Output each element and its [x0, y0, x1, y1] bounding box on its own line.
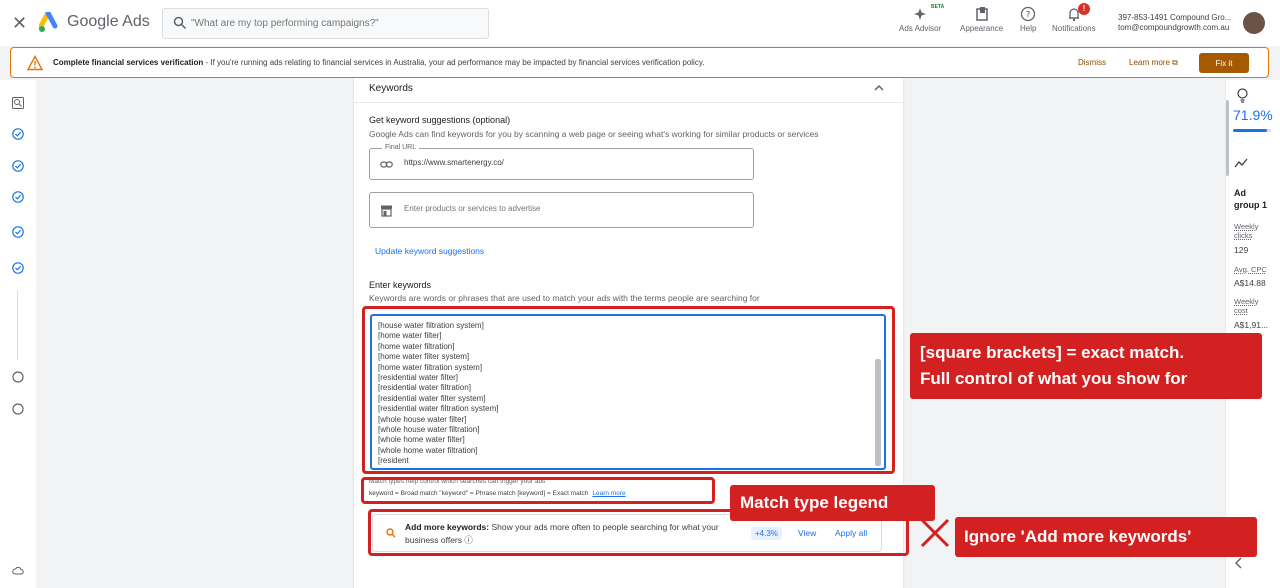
search-box[interactable]	[162, 8, 489, 39]
step-pending-icon[interactable]	[12, 403, 24, 415]
optimization-score: 71.9%	[1233, 107, 1273, 123]
appearance-label: Appearance	[960, 24, 1004, 33]
step-connector	[17, 290, 18, 360]
step-complete-icon[interactable]	[12, 191, 24, 203]
optimization-score-fill	[1233, 129, 1268, 132]
avg-cpc-value: A$14.88	[1234, 278, 1266, 288]
dismiss-button[interactable]: Dismiss	[1078, 58, 1106, 67]
enter-keywords-heading: Enter keywords	[369, 280, 432, 290]
products-field[interactable]	[369, 192, 754, 228]
step-complete-icon[interactable]	[12, 128, 24, 140]
optimization-score-bar	[1233, 129, 1271, 132]
products-input[interactable]	[404, 204, 744, 213]
step-complete-icon[interactable]	[12, 226, 24, 238]
fix-it-button[interactable]: Fix it	[1199, 53, 1249, 73]
trend-icon[interactable]	[1234, 158, 1248, 168]
account-info[interactable]: 397-853-1491 Compound Gro... tom@compoun…	[1118, 13, 1231, 33]
keywords-highlight-box	[362, 306, 895, 474]
chevron-left-icon[interactable]	[1234, 557, 1244, 569]
avatar[interactable]	[1243, 12, 1265, 34]
help-label: Help	[1020, 24, 1037, 33]
left-rail	[0, 80, 36, 588]
account-email: tom@compoundgrowth.com.au	[1118, 23, 1230, 32]
avg-cpc-label: Avg. CPC	[1234, 265, 1267, 274]
step-pending-icon[interactable]	[12, 371, 24, 383]
search-input[interactable]	[191, 9, 481, 38]
card-title: Keywords	[369, 83, 413, 94]
notifications-label: Notifications	[1052, 24, 1096, 33]
help-button[interactable]: ? Help	[1020, 6, 1036, 33]
learn-more-label: Learn more	[1129, 58, 1170, 67]
ads-advisor-button[interactable]: Ads Advisor	[899, 6, 941, 33]
ad-group-title-l2: group 1	[1234, 200, 1267, 210]
brand-name: Google Ads	[67, 13, 150, 30]
weekly-clicks-label-l1: Weekly	[1234, 222, 1259, 231]
ads-advisor-label: Ads Advisor	[899, 24, 942, 33]
close-icon[interactable]: ✕	[12, 13, 27, 34]
svg-text:?: ?	[1026, 11, 1031, 21]
account-id: 397-853-1491 Compound Gro...	[1118, 13, 1232, 22]
final-url-field[interactable]: Final URL	[369, 144, 754, 180]
ad-group-title-l1: Ad	[1234, 188, 1246, 198]
banner-text: Complete financial services verification…	[53, 58, 704, 67]
verification-banner: Complete financial services verification…	[10, 47, 1269, 78]
match-type-legend-callout: Match type legend	[730, 485, 935, 521]
divider	[354, 102, 903, 103]
weekly-cost-label: Weekly cost	[1234, 297, 1258, 315]
banner-title: Complete financial services verification	[53, 58, 204, 67]
exact-match-callout: [square brackets] = exact match. Full co…	[910, 333, 1262, 399]
exact-match-callout-line1: [square brackets] = exact match.	[920, 343, 1185, 362]
legend-highlight-box	[361, 477, 715, 504]
cloud-icon[interactable]	[12, 565, 24, 577]
step-complete-icon[interactable]	[12, 262, 24, 274]
help-icon: ?	[1021, 6, 1036, 22]
weekly-cost-value: A$1,91...	[1234, 320, 1269, 330]
final-url-input[interactable]	[404, 158, 744, 167]
notification-badge: !	[1078, 3, 1090, 15]
appearance-button[interactable]: Appearance	[960, 6, 1003, 33]
link-icon	[380, 161, 393, 168]
search-icon	[173, 16, 187, 30]
panel-scrollbar[interactable]	[1226, 100, 1229, 176]
page-search-icon[interactable]	[12, 97, 24, 109]
step-complete-icon[interactable]	[12, 160, 24, 172]
banner-body: - If you're running ads relating to fina…	[203, 58, 705, 67]
final-url-label: Final URL	[382, 144, 420, 151]
update-suggestions-link[interactable]: Update keyword suggestions	[375, 246, 484, 256]
warning-icon	[27, 55, 43, 71]
store-icon	[381, 205, 392, 217]
weekly-clicks-label: Weekly clicks	[1234, 222, 1258, 240]
enter-keywords-description: Keywords are words or phrases that are u…	[369, 293, 760, 303]
lightbulb-icon	[1237, 88, 1248, 103]
weekly-cost-label-l1: Weekly	[1234, 297, 1259, 306]
suggestions-description: Google Ads can find keywords for you by …	[369, 129, 819, 139]
exact-match-callout-line2: Full control of what you show for	[920, 369, 1188, 388]
learn-more-link[interactable]: Learn more ⧉	[1129, 58, 1178, 68]
appearance-icon	[975, 7, 988, 21]
ad-group-title: Ad group 1	[1234, 187, 1267, 211]
ignore-add-more-callout: Ignore 'Add more keywords'	[955, 517, 1257, 557]
weekly-clicks-label-l2: clicks	[1234, 231, 1253, 240]
ignore-cross-icon	[920, 518, 950, 548]
suggestions-heading: Get keyword suggestions (optional)	[369, 115, 511, 125]
weekly-cost-label-l2: cost	[1234, 306, 1248, 315]
top-bar: ✕ Google Ads BETA Ads Advisor Appearance…	[0, 0, 1280, 46]
sparkle-icon	[914, 8, 927, 20]
external-link-icon: ⧉	[1172, 58, 1178, 67]
weekly-clicks-value: 129	[1234, 245, 1249, 255]
google-ads-logo	[39, 12, 58, 32]
chevron-up-icon[interactable]	[873, 82, 885, 94]
